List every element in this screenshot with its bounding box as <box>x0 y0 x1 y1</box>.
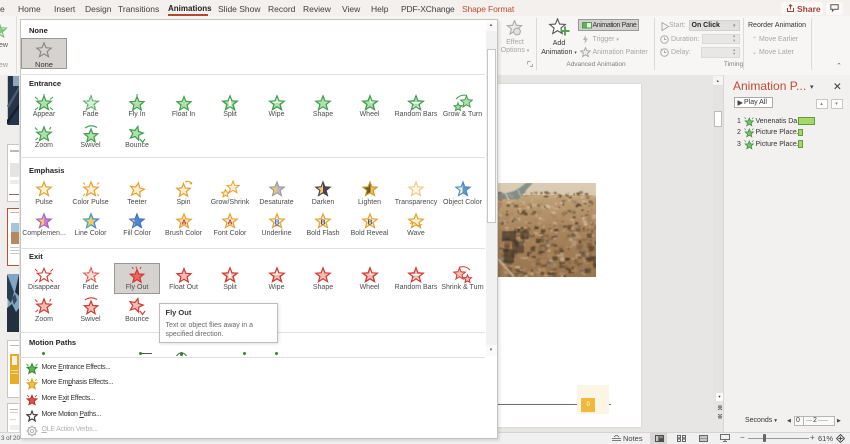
svg-text:A: A <box>181 219 186 226</box>
svg-text:B: B <box>320 219 325 226</box>
svg-text:A: A <box>227 219 232 226</box>
svg-text:B: B <box>274 219 279 226</box>
svg-text:B: B <box>367 219 372 226</box>
